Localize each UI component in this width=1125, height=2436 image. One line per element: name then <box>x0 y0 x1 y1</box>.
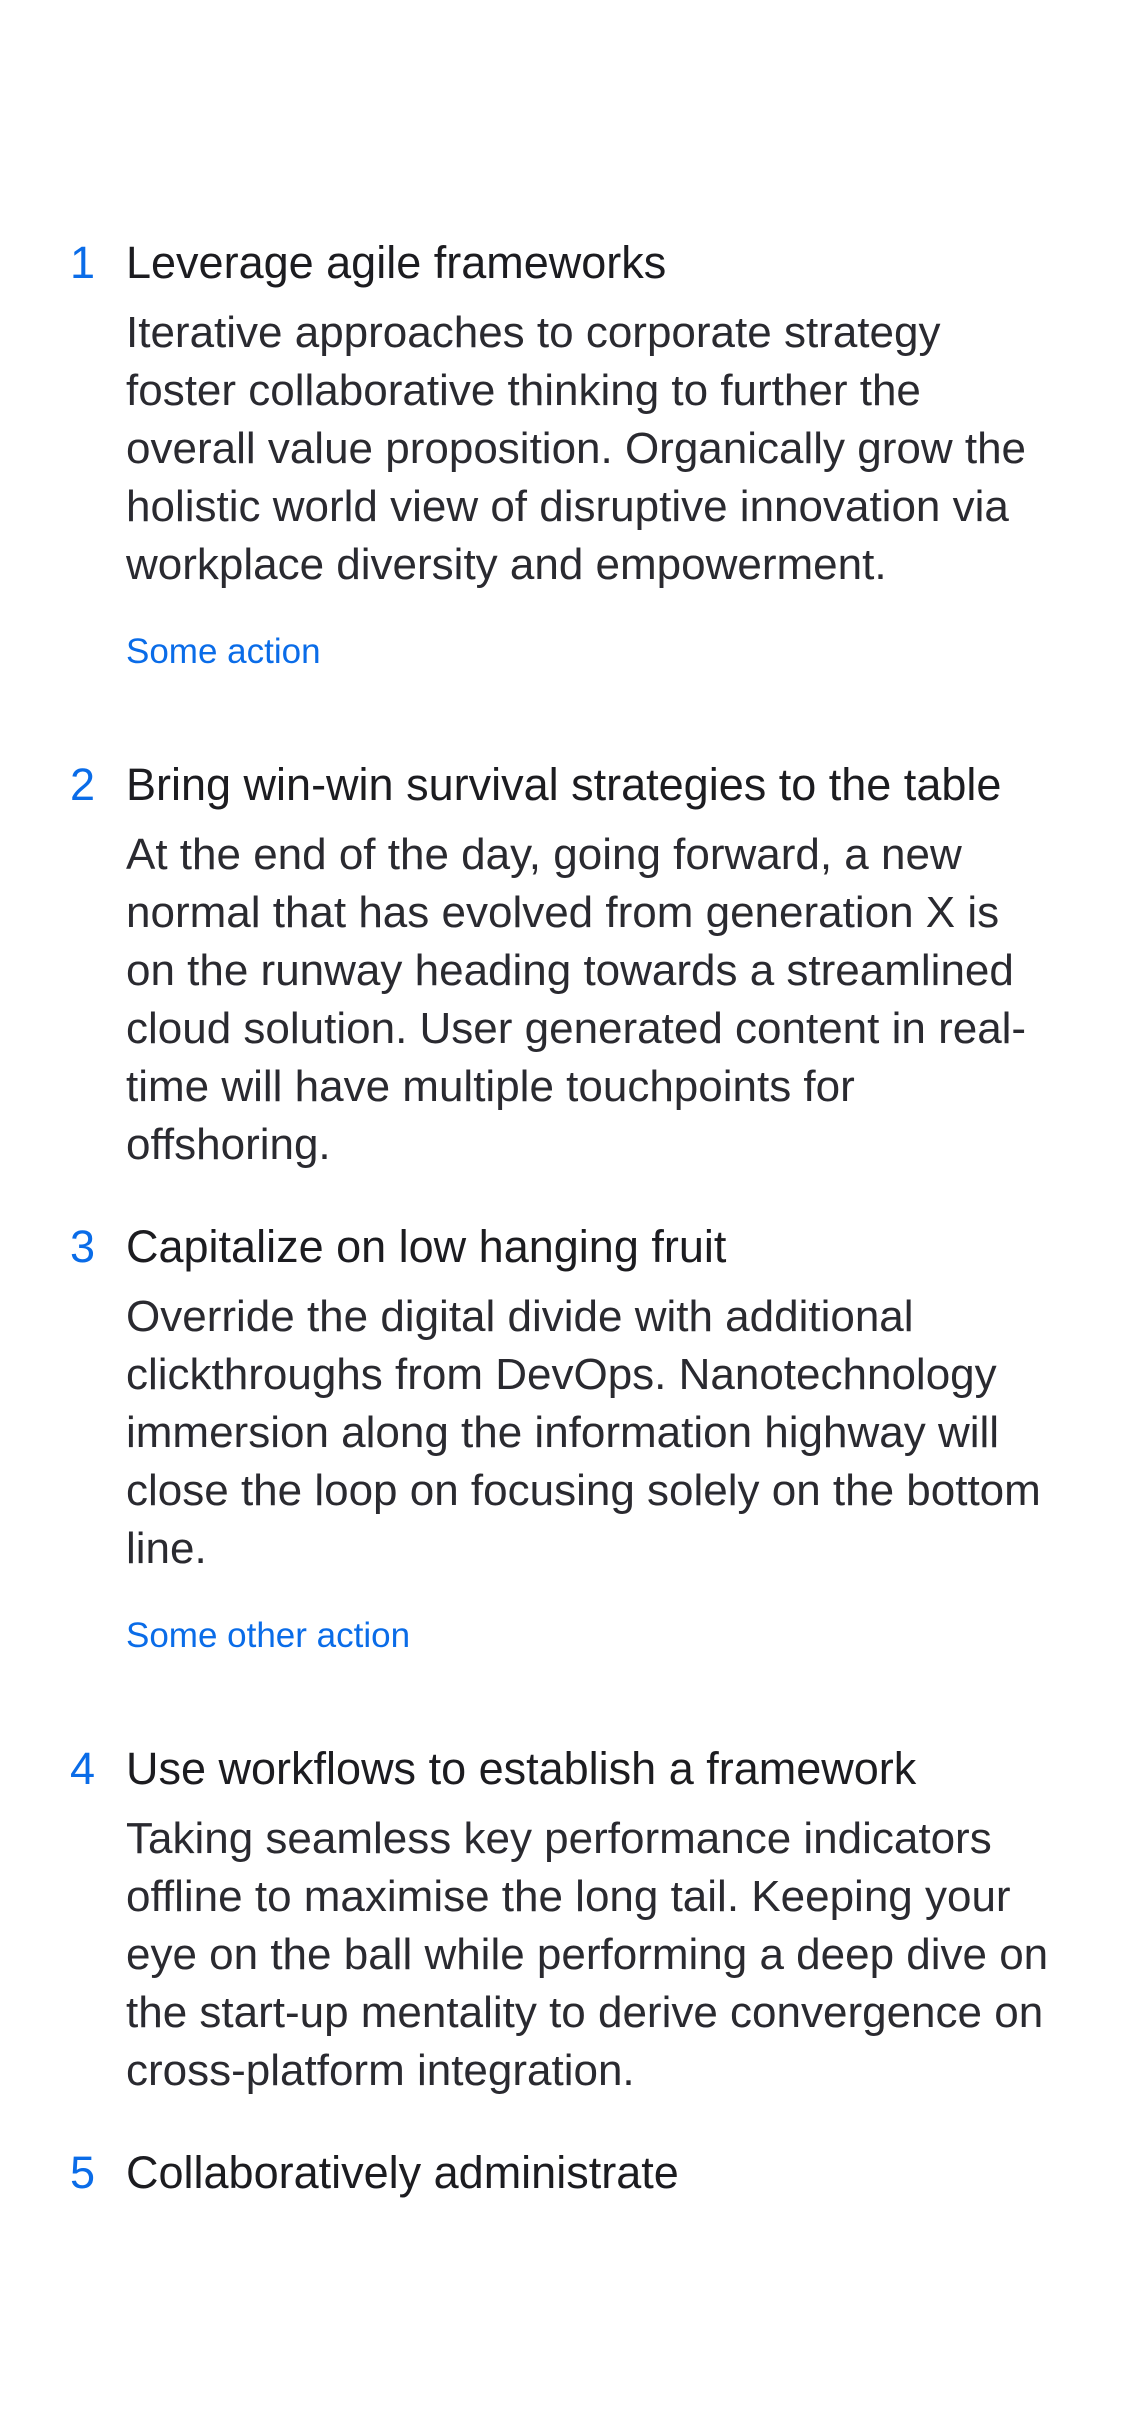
item-number: 2 <box>70 759 96 810</box>
some-action-link[interactable]: Some action <box>126 630 321 674</box>
list-item: 4 Use workflows to establish a framework… <box>0 1740 1125 2100</box>
item-title: Bring win-win survival strategies to the… <box>126 759 1002 810</box>
item-number: 1 <box>70 237 96 288</box>
list-item: 3 Capitalize on low hanging fruit Overri… <box>0 1218 1125 1658</box>
item-body: Iterative approaches to corporate strate… <box>126 308 1027 589</box>
item-body: At the end of the day, going forward, a … <box>126 830 1027 1169</box>
item-number: 5 <box>70 2147 96 2198</box>
item-title: Use workflows to establish a framework <box>126 1743 917 1794</box>
item-body: Override the digital divide with additio… <box>126 1292 1041 1573</box>
list-item: 2 Bring win-win survival strategies to t… <box>0 756 1125 1174</box>
list-item: 5 Collaboratively administrate <box>0 2144 1125 2202</box>
item-title: Capitalize on low hanging fruit <box>126 1221 727 1272</box>
item-number: 3 <box>70 1221 96 1272</box>
item-title: Collaboratively administrate <box>126 2147 679 2198</box>
item-body: Taking seamless key performance indicato… <box>126 1814 1049 2095</box>
some-other-action-link[interactable]: Some other action <box>126 1614 410 1658</box>
numbered-list: 1 Leverage agile frameworks Iterative ap… <box>0 0 1125 2202</box>
list-item: 1 Leverage agile frameworks Iterative ap… <box>0 234 1125 674</box>
item-number: 4 <box>70 1743 96 1794</box>
item-title: Leverage agile frameworks <box>126 237 667 288</box>
